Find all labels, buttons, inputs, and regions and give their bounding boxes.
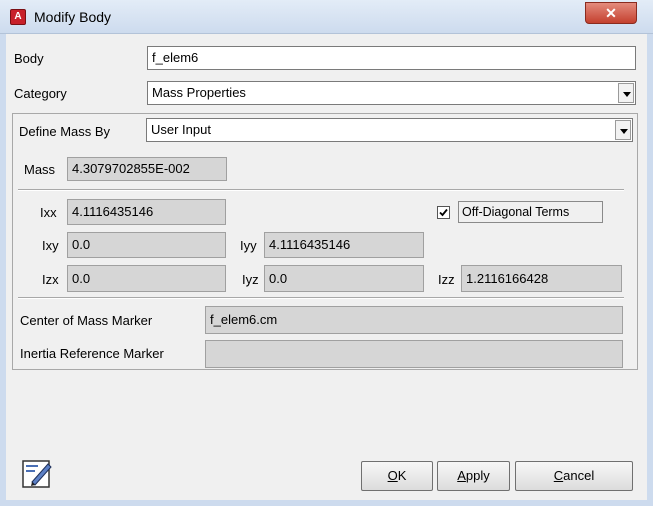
ok-label-rest: K: [397, 468, 407, 483]
window-frame-left: [0, 34, 6, 506]
cancel-mnemonic: C: [553, 468, 564, 483]
window-frame-right: [647, 34, 653, 506]
apply-mnemonic: A: [457, 468, 466, 483]
izx-label: Izx: [42, 272, 59, 287]
edit-tool-button[interactable]: [20, 458, 54, 490]
close-icon: ✕: [605, 5, 617, 21]
ixy-field[interactable]: 0.0: [67, 232, 226, 258]
apply-label-rest: pply: [465, 468, 490, 483]
category-selected-value: Mass Properties: [152, 85, 246, 100]
category-label: Category: [14, 86, 67, 101]
chevron-down-icon[interactable]: [618, 83, 634, 103]
inertia-reference-marker-label: Inertia Reference Marker: [20, 346, 164, 361]
off-diagonal-checkbox[interactable]: [437, 206, 450, 219]
ok-mnemonic: O: [387, 468, 398, 483]
izx-field[interactable]: 0.0: [67, 265, 226, 292]
close-button[interactable]: ✕: [585, 2, 637, 24]
define-mass-by-label: Define Mass By: [19, 124, 111, 139]
apply-button[interactable]: Apply: [437, 461, 510, 491]
iyz-field[interactable]: 0.0: [264, 265, 424, 292]
iyy-field[interactable]: 4.1116435146: [264, 232, 424, 258]
body-field[interactable]: f_elem6: [147, 46, 636, 70]
separator: [18, 189, 624, 191]
edit-icon: [22, 460, 52, 488]
inertia-reference-marker-field[interactable]: [205, 340, 623, 368]
izz-field[interactable]: 1.2116166428: [461, 265, 622, 292]
mass-field[interactable]: 4.3079702855E-002: [67, 157, 227, 181]
cancel-label-rest: ancel: [563, 468, 595, 483]
ok-button[interactable]: OK: [361, 461, 433, 491]
iyy-label: Iyy: [240, 238, 257, 253]
category-select[interactable]: Mass Properties: [147, 81, 636, 105]
window-frame-bottom: [0, 500, 653, 506]
chevron-down-icon[interactable]: [615, 120, 631, 140]
check-icon: [439, 208, 448, 217]
off-diagonal-label[interactable]: Off-Diagonal Terms: [458, 201, 603, 223]
ixy-label: Ixy: [42, 238, 59, 253]
separator: [18, 297, 624, 299]
define-mass-by-selected-value: User Input: [151, 122, 211, 137]
window-title: Modify Body: [34, 9, 112, 25]
center-of-mass-marker-field[interactable]: f_elem6.cm: [205, 306, 623, 334]
adams-app-icon: A: [10, 9, 26, 25]
cancel-button[interactable]: Cancel: [515, 461, 633, 491]
izz-label: Izz: [438, 272, 455, 287]
mass-label: Mass: [24, 162, 56, 177]
body-label: Body: [14, 51, 44, 66]
define-mass-by-select[interactable]: User Input: [146, 118, 633, 142]
center-of-mass-marker-label: Center of Mass Marker: [20, 313, 153, 328]
iyz-label: Iyz: [242, 272, 259, 287]
ixx-field[interactable]: 4.1116435146: [67, 199, 226, 225]
ixx-label: Ixx: [40, 205, 57, 220]
